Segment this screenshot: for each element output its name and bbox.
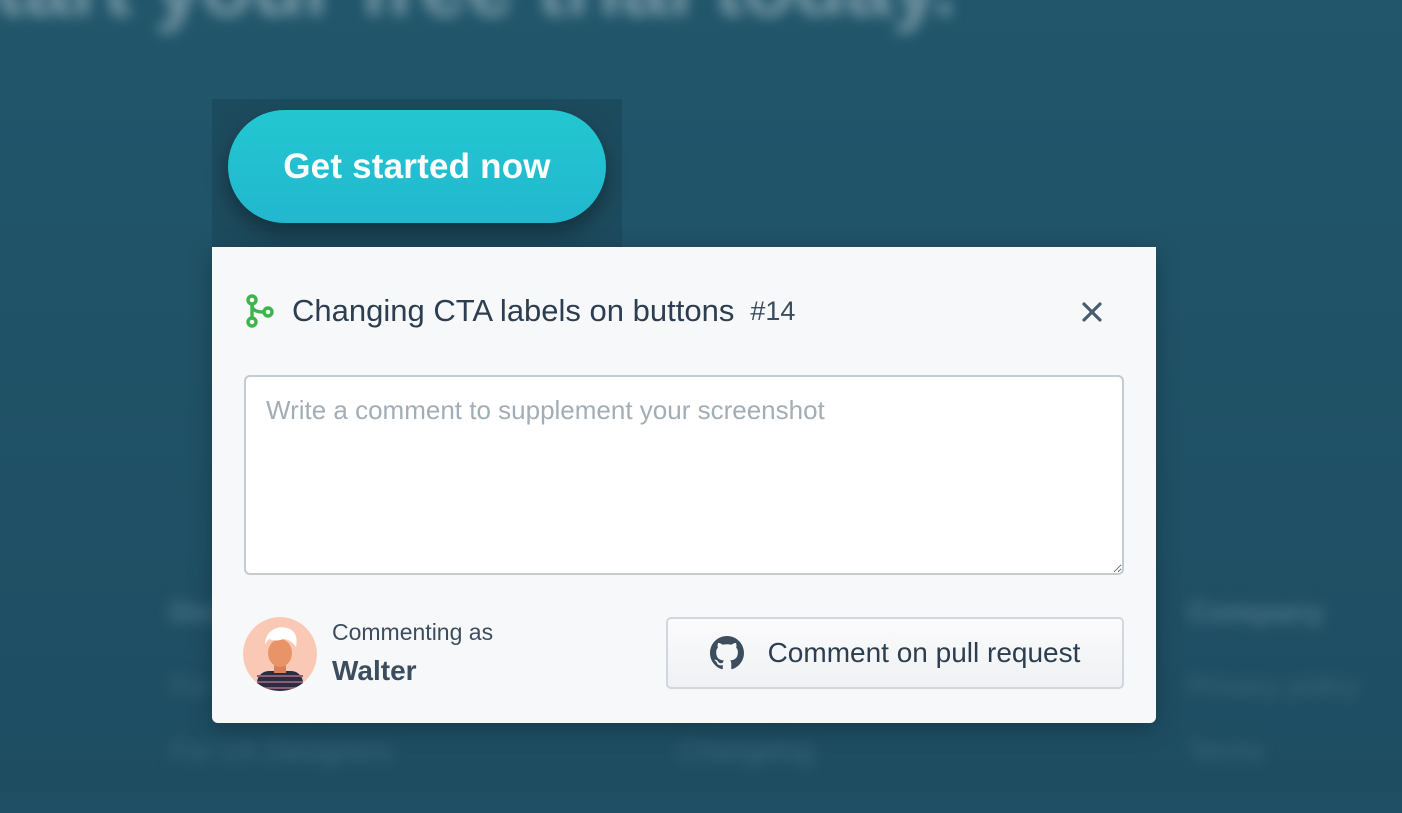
- footer-link[interactable]: Terms: [1188, 735, 1264, 767]
- dialog-header: Changing CTA labels on buttons #14: [244, 291, 795, 331]
- commenter-name: Walter: [332, 655, 417, 686]
- close-button[interactable]: [1074, 295, 1110, 329]
- comment-on-pull-request-button[interactable]: Comment on pull request: [666, 617, 1124, 689]
- footer-link[interactable]: For UX Designers: [170, 735, 393, 767]
- footer-link[interactable]: Privacy policy: [1188, 670, 1359, 702]
- comment-input[interactable]: [244, 375, 1124, 575]
- footer-link[interactable]: Changelog: [678, 735, 813, 767]
- cta-highlight: Get started now: [212, 99, 622, 247]
- github-icon: [709, 636, 744, 670]
- commenting-as-label: Commenting as: [332, 619, 494, 645]
- comment-on-pull-request-label: Comment on pull request: [767, 637, 1081, 668]
- git-branch-icon: [246, 294, 274, 328]
- background-headline: Start your free trial today.: [0, 0, 956, 35]
- comment-dialog: Changing CTA labels on buttons #14 Comme…: [212, 247, 1156, 723]
- dialog-title: Changing CTA labels on buttons: [292, 293, 735, 328]
- footer-column-title: Company: [1188, 596, 1325, 629]
- pull-request-number: #14: [750, 295, 796, 326]
- get-started-button[interactable]: Get started now: [228, 110, 606, 223]
- avatar: [243, 617, 317, 691]
- close-icon: [1082, 302, 1102, 322]
